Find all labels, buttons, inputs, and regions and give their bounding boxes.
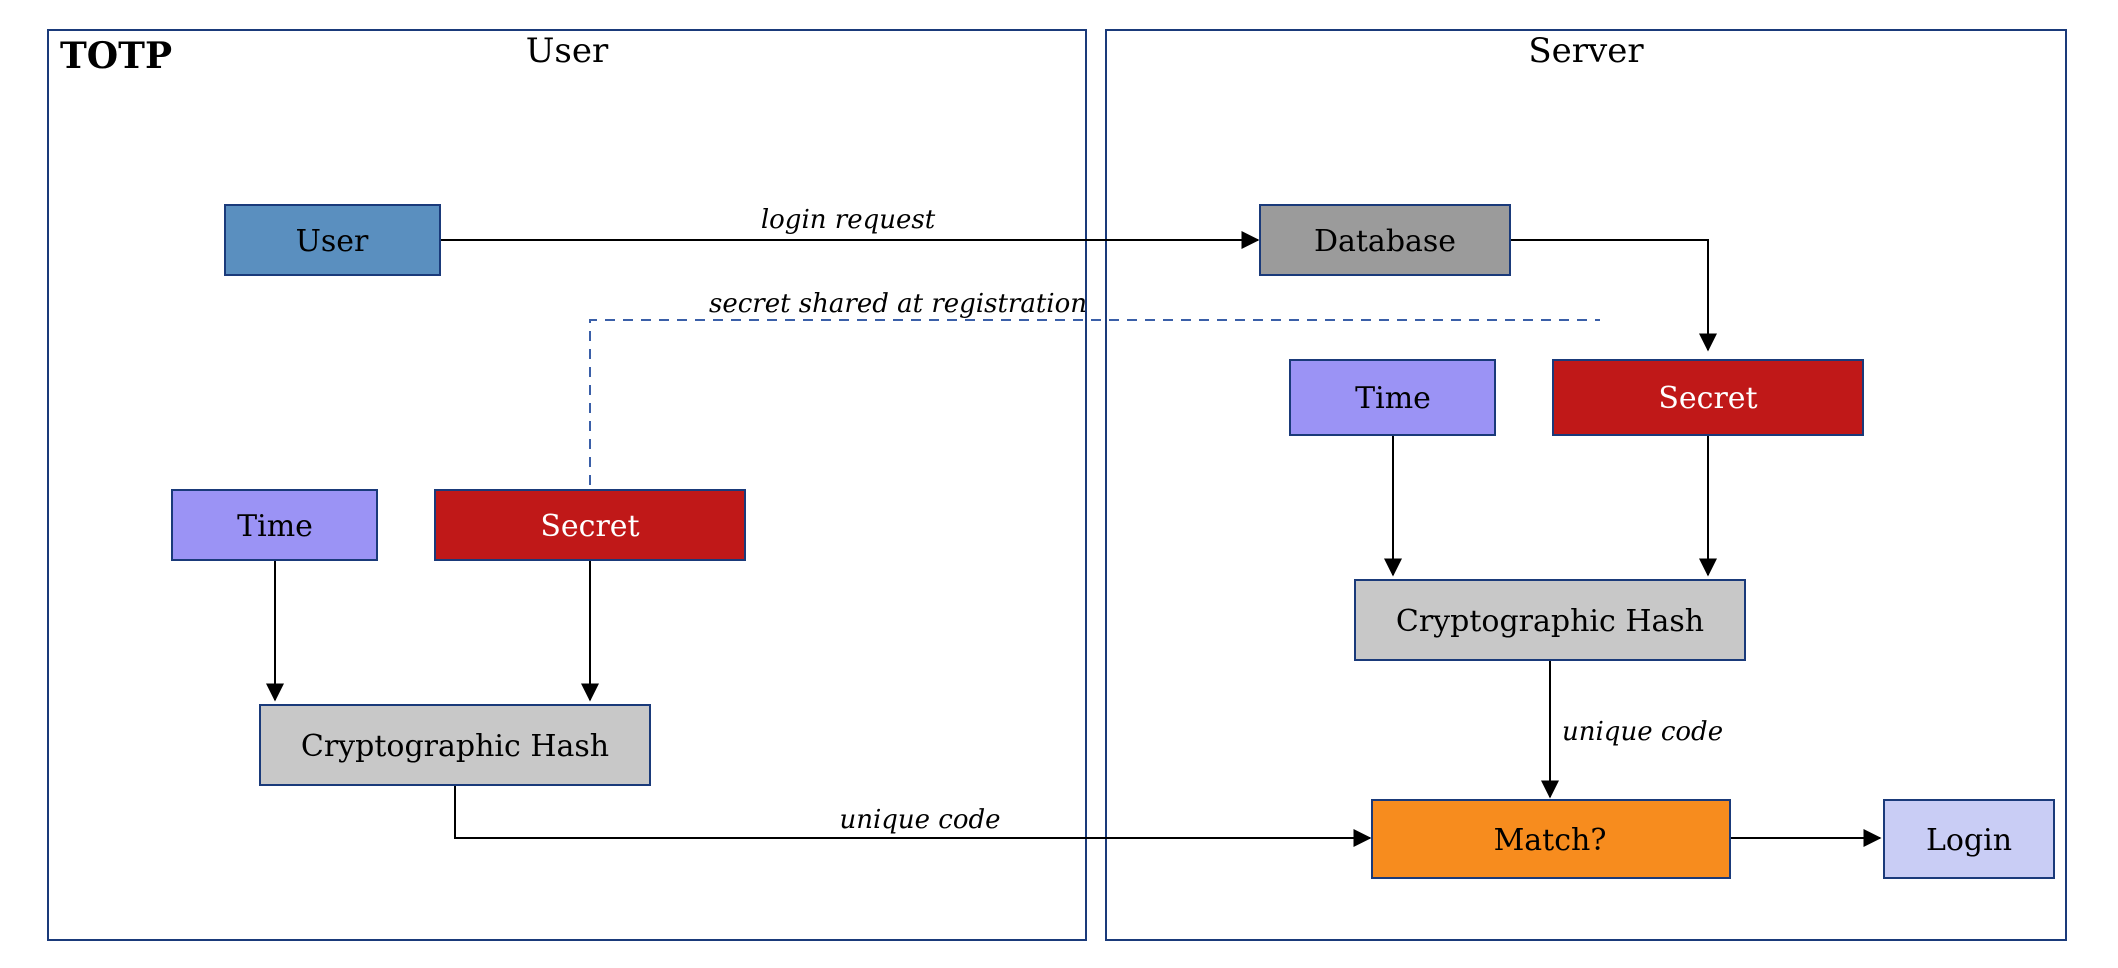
node-hash-server-label: Cryptographic Hash: [1396, 604, 1704, 639]
node-secret-server-label: Secret: [1658, 381, 1757, 416]
node-user-label: User: [296, 224, 369, 259]
edge-unique-code-u-label: unique code: [839, 805, 1000, 835]
node-time-user-label: Time: [237, 509, 313, 544]
diagram-title: TOTP: [60, 35, 172, 77]
node-database-label: Database: [1314, 224, 1456, 259]
node-match-label: Match?: [1494, 823, 1607, 858]
node-time-server-label: Time: [1355, 381, 1431, 416]
node-hash-user-label: Cryptographic Hash: [301, 729, 609, 764]
node-secret-user-label: Secret: [540, 509, 639, 544]
edge-login-request-label: login request: [761, 205, 936, 235]
panel-server-title: Server: [1528, 31, 1644, 71]
edge-secret-shared-label: secret shared at registration: [709, 289, 1087, 319]
node-login-label: Login: [1926, 823, 2012, 858]
panel-user-title: User: [526, 31, 609, 71]
edge-unique-code-s-label: unique code: [1562, 717, 1723, 747]
panel-user: [48, 30, 1086, 940]
